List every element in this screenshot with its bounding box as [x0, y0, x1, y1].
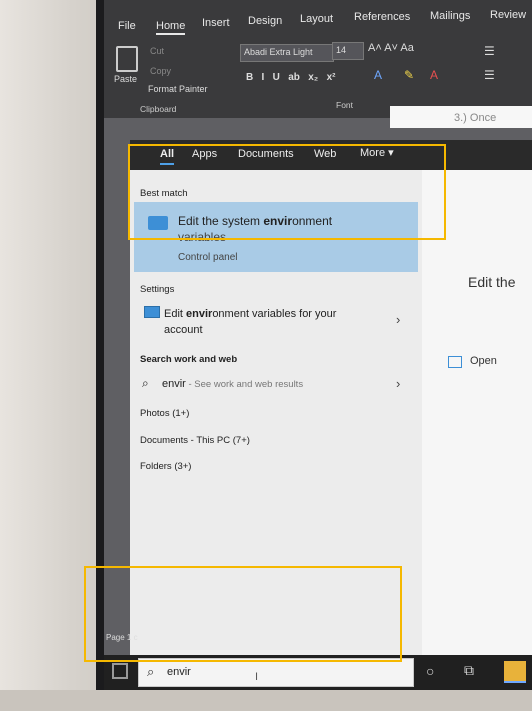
- open-action[interactable]: Open: [470, 355, 497, 367]
- windows-start-icon[interactable]: [112, 663, 128, 679]
- font-size-select[interactable]: 14: [332, 42, 364, 60]
- tab-references[interactable]: References: [354, 11, 410, 23]
- font-name-select[interactable]: Abadi Extra Light: [240, 44, 334, 62]
- taskbar-search-query: envir: [167, 666, 191, 678]
- settings-header: Settings: [140, 284, 175, 295]
- font-group-label: Font: [336, 100, 354, 110]
- document-text: 3.) Once: [454, 112, 497, 124]
- copy-button[interactable]: Copy: [150, 66, 171, 76]
- highlight-box-search-tabs: [128, 144, 446, 240]
- format-painter-button[interactable]: Format Painter: [148, 84, 208, 94]
- documents-pc-category[interactable]: Documents - This PC (7+): [140, 435, 250, 446]
- align-icon[interactable]: ☰: [484, 68, 495, 82]
- grow-font-button[interactable]: A˄ A˅ Aa: [368, 42, 414, 54]
- tab-home[interactable]: Home: [156, 20, 186, 35]
- tab-review[interactable]: Review: [490, 9, 526, 21]
- settings-result-title-line2: account: [164, 324, 203, 336]
- paste-icon[interactable]: [116, 46, 138, 72]
- search-web-header: Search work and web: [140, 354, 238, 365]
- bullets-icon[interactable]: ☰: [484, 44, 495, 58]
- chevron-right-icon: ›: [396, 376, 401, 391]
- document-page: 3.) Once: [390, 106, 532, 128]
- chevron-right-icon: ›: [396, 312, 401, 327]
- best-match-subtitle: Control panel: [178, 252, 238, 263]
- paste-label: Paste: [114, 74, 138, 84]
- open-icon[interactable]: [448, 356, 462, 368]
- task-view-icon[interactable]: ⧉: [464, 662, 474, 679]
- file-explorer-icon[interactable]: [504, 661, 526, 683]
- tab-layout[interactable]: Layout: [300, 13, 333, 25]
- photos-category[interactable]: Photos (1+): [140, 408, 189, 419]
- font-color-icon[interactable]: A: [430, 68, 438, 82]
- text-cursor-icon: I: [255, 671, 259, 683]
- preview-title: Edit the: [468, 274, 516, 290]
- settings-result-title: Edit environment variables for your: [164, 308, 337, 320]
- folders-category[interactable]: Folders (3+): [140, 461, 191, 472]
- tab-file[interactable]: File: [118, 20, 136, 32]
- web-search-item[interactable]: ⌕ envir - See work and web results ›: [130, 374, 420, 396]
- desk-edge: [0, 690, 532, 711]
- search-icon: ⌕: [147, 664, 155, 679]
- result-preview-pane: Edit the Open: [422, 168, 532, 660]
- search-icon: ⌕: [142, 376, 149, 390]
- text-effects-icon[interactable]: A: [374, 68, 382, 82]
- tab-design[interactable]: Design: [248, 15, 282, 27]
- tab-insert[interactable]: Insert: [202, 17, 230, 29]
- highlight-icon[interactable]: ✎: [404, 68, 414, 82]
- format-buttons[interactable]: B I U ab x₂ x²: [246, 72, 335, 83]
- clipboard-group-label: Clipboard: [140, 104, 177, 114]
- cut-button[interactable]: Cut: [150, 46, 164, 56]
- settings-result-item[interactable]: Edit environment variables for your acco…: [130, 300, 420, 342]
- highlight-box-search-input: [84, 566, 402, 662]
- tab-mailings[interactable]: Mailings: [430, 10, 470, 22]
- web-search-query: envir - See work and web results: [162, 378, 304, 390]
- cortana-icon[interactable]: ○: [426, 663, 434, 679]
- taskbar-search-input[interactable]: ⌕ envir I: [138, 658, 414, 687]
- word-ribbon: File Home Insert Design Layout Reference…: [104, 0, 532, 118]
